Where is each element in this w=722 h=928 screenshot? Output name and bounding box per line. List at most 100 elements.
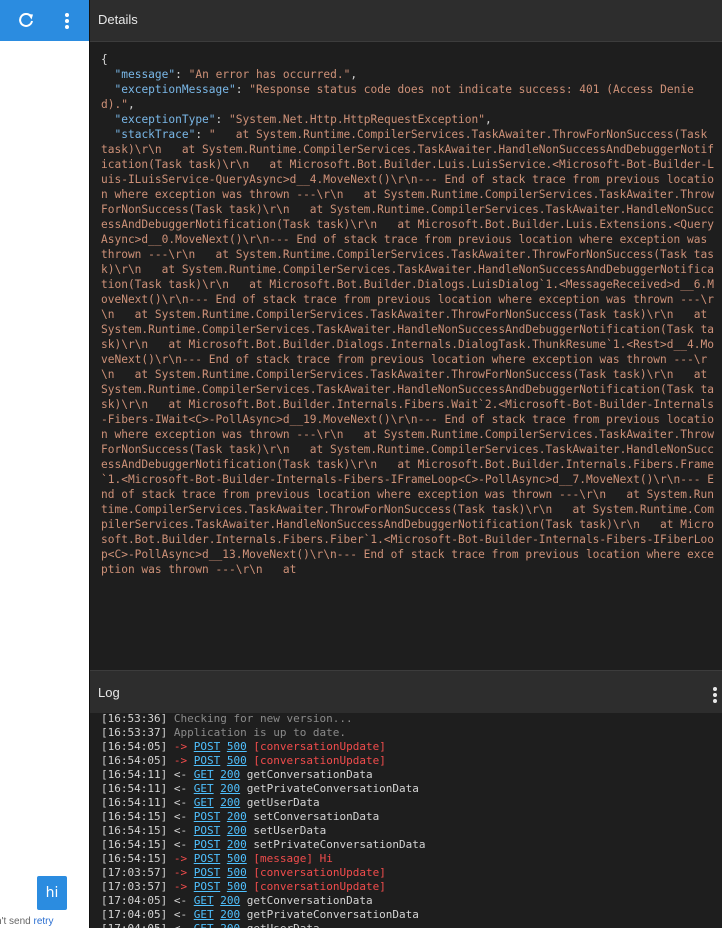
log-http-verb-link[interactable]: POST [194,740,221,753]
log-entry: [17:03:57] -> POST 500 [conversationUpda… [101,866,722,880]
log-message: getUserData [247,922,320,928]
log-timestamp: [16:54:11] [101,782,168,795]
log-message: setConversationData [253,810,380,823]
log-direction: -> [173,754,188,767]
log-entry: [16:54:05] -> POST 500 [conversationUpda… [101,754,722,768]
json-key-exception-message: exceptionMessage [121,83,230,96]
log-status-code-link[interactable]: 200 [227,824,247,837]
log-http-verb-link[interactable]: GET [194,908,214,921]
log-status-code-link[interactable]: 200 [227,838,247,851]
log-entry: [16:54:05] -> POST 500 [conversationUpda… [101,740,722,754]
log-status-code-link[interactable]: 200 [220,894,240,907]
log-entry: [16:54:15] <- POST 200 setUserData [101,824,722,838]
log-message: Application is up to date. [173,726,347,739]
log-status-code-link[interactable]: 200 [227,810,247,823]
log-status-code-link[interactable]: 500 [227,880,247,893]
log-message: getUserData [246,796,320,809]
log-title: Log [98,685,120,700]
log-timestamp: [16:54:05] [101,754,168,767]
log-timestamp: [16:54:11] [101,768,168,781]
details-body[interactable]: { "message": "An error has occurred.", "… [90,42,722,670]
log-http-verb-link[interactable]: GET [194,894,214,907]
chat-panel: hi n't send retry [0,0,89,928]
log-timestamp: [16:54:15] [101,810,168,823]
send-error-text: n't send [0,916,31,927]
json-value-exception-type: System.Net.Http.HttpRequestException [235,113,479,126]
log-status-code-link[interactable]: 500 [227,754,247,767]
log-entry: [16:54:11] <- GET 200 getConversationDat… [101,768,722,782]
log-timestamp: [16:53:36] [101,713,168,725]
log-direction: -> [173,852,188,865]
log-http-verb-link[interactable]: POST [194,810,221,823]
log-direction: -> [173,866,188,879]
details-title: Details [98,12,138,27]
log-timestamp: [16:54:15] [101,852,168,865]
log-http-verb-link[interactable]: POST [194,852,221,865]
log-message: Checking for new version... [173,713,353,725]
log-status-code-link[interactable]: 200 [220,908,240,921]
log-http-verb-link[interactable]: GET [194,768,214,781]
json-key-stack-trace: stackTrace [121,128,189,141]
log-entry: [16:54:15] <- POST 200 setPrivateConvers… [101,838,722,852]
more-vertical-icon[interactable] [57,11,77,31]
log-message: getConversationData [246,894,373,907]
log-timestamp: [17:03:57] [101,880,168,893]
log-http-verb-link[interactable]: POST [194,880,221,893]
more-vertical-icon[interactable] [712,686,720,703]
json-value-message: An error has occurred. [195,68,344,81]
log-timestamp: [16:54:11] [101,796,168,809]
log-http-verb-link[interactable]: POST [194,754,221,767]
log-message: setUserData [253,824,327,837]
user-message-bubble: hi [37,876,67,910]
log-direction: -> [173,880,188,893]
log-status-code-link[interactable]: 500 [227,740,247,753]
log-entry: [17:04:05] <- GET 200 getConversationDat… [101,894,722,908]
json-key-exception-type: exceptionType [121,113,209,126]
log-entry: [16:54:11] <- GET 200 getPrivateConversa… [101,782,722,796]
log-http-verb-link[interactable]: POST [194,866,221,879]
log-header: Log [90,670,722,714]
log-message: getConversationData [246,768,373,781]
log-entry: [17:04:05] <- GET 200 getUserData [101,922,722,928]
log-timestamp: [16:54:15] [101,824,168,837]
log-direction: <- [173,810,188,823]
log-message: [conversationUpdate] [253,740,386,753]
log-status-code-link[interactable]: 200 [220,782,240,795]
message-text: hi [45,885,59,901]
log-status-code-link[interactable]: 200 [220,768,240,781]
log-direction: <- [173,824,188,837]
log-timestamp: [16:53:37] [101,726,168,739]
log-entry: [17:03:57] -> POST 500 [conversationUpda… [101,880,722,894]
log-direction: -> [173,740,188,753]
log-direction: <- [173,894,188,907]
log-status-code-link[interactable]: 200 [220,922,240,928]
log-message: getPrivateConversationData [246,782,419,795]
send-status: n't send retry [0,916,54,927]
log-message: [conversationUpdate] [253,754,386,767]
log-http-verb-link[interactable]: GET [194,922,214,928]
log-message: [conversationUpdate] [253,866,386,879]
log-http-verb-link[interactable]: GET [194,782,214,795]
log-http-verb-link[interactable]: GET [194,796,214,809]
log-timestamp: [17:04:05] [101,908,168,921]
log-body[interactable]: [16:53:36] Checking for new version... [1… [90,713,722,928]
log-entry: [16:54:11] <- GET 200 getUserData [101,796,722,810]
log-entry: [17:04:05] <- GET 200 getPrivateConversa… [101,908,722,922]
chat-toolbar [0,0,89,41]
log-entry: [16:53:36] Checking for new version... [101,713,722,726]
log-http-verb-link[interactable]: POST [194,838,221,851]
log-direction: <- [173,796,188,809]
log-direction: <- [173,908,188,921]
retry-link[interactable]: retry [34,916,54,927]
log-message: getPrivateConversationData [246,908,419,921]
log-status-code-link[interactable]: 200 [220,796,240,809]
json-viewer: { "message": "An error has occurred.", "… [101,53,715,576]
log-entry: [16:54:15] -> POST 500 [message] Hi [101,852,722,866]
refresh-icon[interactable] [16,11,36,31]
log-status-code-link[interactable]: 500 [227,852,247,865]
log-status-code-link[interactable]: 500 [227,866,247,879]
json-value-stack-trace: at System.Runtime.CompilerServices.TaskA… [101,128,715,576]
log-http-verb-link[interactable]: POST [194,824,221,837]
details-header: Details [90,0,722,42]
log-direction: <- [173,782,188,795]
